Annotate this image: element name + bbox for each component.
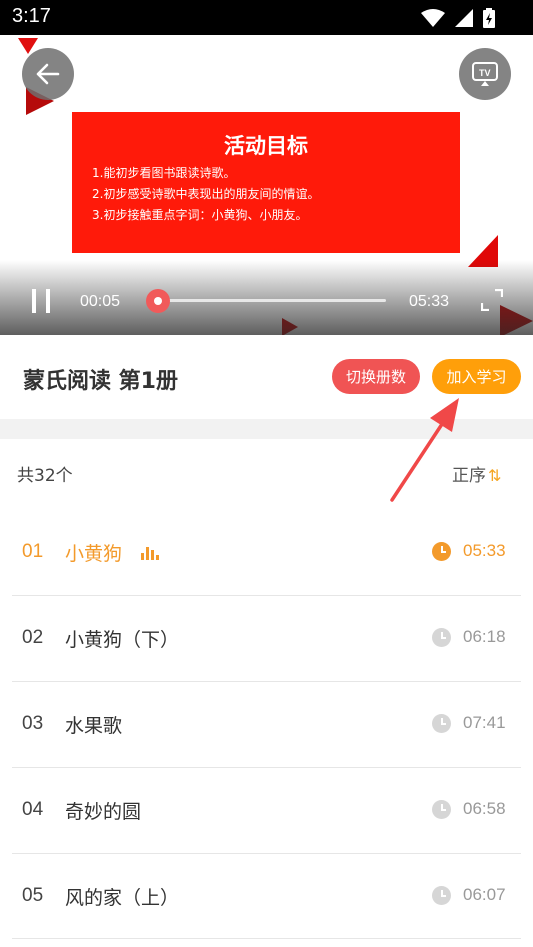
fullscreen-icon[interactable] xyxy=(481,289,503,311)
episode-title: 奇妙的圆 xyxy=(65,801,142,823)
join-study-button[interactable]: 加入学习 xyxy=(432,359,521,394)
episode-duration: 06:07 xyxy=(463,885,506,904)
slide-line: 3.初步接触重点字词：小黄狗、小朋友。 xyxy=(92,208,308,222)
list-item[interactable]: 03 水果歌 07:41 xyxy=(0,682,533,768)
episode-duration: 07:41 xyxy=(463,713,506,732)
clock-icon xyxy=(432,800,451,819)
total-time: 05:33 xyxy=(409,293,450,310)
clock-icon xyxy=(432,886,451,905)
slide-line: 2.初步感受诗歌中表现出的朋友间的情谊。 xyxy=(92,187,320,201)
back-arrow-icon xyxy=(36,63,60,85)
episode-title: 水果歌 xyxy=(65,715,123,737)
episode-duration: 05:33 xyxy=(463,541,506,560)
book-header: 蒙氏阅读 第1册 切换册数 加入学习 xyxy=(0,335,533,419)
svg-text:TV: TV xyxy=(479,68,491,78)
list-item[interactable]: 05 风的家（上） 06:07 xyxy=(0,854,533,940)
episode-count: 共32个 xyxy=(17,466,73,486)
video-player[interactable]: 活动目标 1.能初步看图书跟读诗歌。 2.初步感受诗歌中表现出的朋友间的情谊。 … xyxy=(0,35,533,335)
slide-title: 活动目标 xyxy=(224,134,308,158)
progress-thumb[interactable] xyxy=(146,289,170,313)
episode-number: 05 xyxy=(22,885,44,906)
episode-title: 小黄狗 xyxy=(65,543,123,565)
back-button[interactable] xyxy=(22,48,74,100)
slide-line: 1.能初步看图书跟读诗歌。 xyxy=(92,166,236,180)
section-divider xyxy=(0,419,533,439)
cast-button[interactable]: TV xyxy=(459,48,511,100)
episode-number: 02 xyxy=(22,627,44,648)
episode-number: 03 xyxy=(22,713,44,734)
list-item[interactable]: 02 小黄狗（下） 06:18 xyxy=(0,596,533,682)
list-item[interactable]: 04 奇妙的圆 06:58 xyxy=(0,768,533,854)
clock-icon xyxy=(432,542,451,561)
status-time: 3:17 xyxy=(12,5,51,27)
signal-icon xyxy=(455,9,473,27)
episode-number: 04 xyxy=(22,799,44,820)
playing-bars-icon xyxy=(141,545,159,560)
battery-icon xyxy=(483,8,495,28)
sort-toggle[interactable]: 正序 ⇅ xyxy=(452,461,501,486)
page-title: 蒙氏阅读 第1册 xyxy=(23,369,178,394)
clock-icon xyxy=(432,714,451,733)
episode-duration: 06:58 xyxy=(463,799,506,818)
episode-number: 01 xyxy=(22,541,44,562)
playback-controls: 00:05 05:33 xyxy=(0,285,533,335)
tv-cast-icon: TV xyxy=(472,62,498,86)
status-bar: 3:17 xyxy=(0,0,533,35)
episode-title: 风的家（上） xyxy=(65,887,180,909)
pause-icon[interactable] xyxy=(30,289,52,313)
sort-arrows-icon: ⇅ xyxy=(488,466,502,485)
video-slide: 活动目标 1.能初步看图书跟读诗歌。 2.初步感受诗歌中表现出的朋友间的情谊。 … xyxy=(72,112,460,253)
clock-icon xyxy=(432,628,451,647)
list-header: 共32个 正序 ⇅ xyxy=(0,440,533,504)
list-item[interactable]: 01 小黄狗 05:33 xyxy=(0,510,533,596)
episode-title: 小黄狗（下） xyxy=(65,629,180,651)
episode-list: 01 小黄狗 05:33 02 小黄狗（下） 06:18 03 水果歌 07:4… xyxy=(0,510,533,940)
progress-track[interactable] xyxy=(158,299,386,302)
switch-volume-button[interactable]: 切换册数 xyxy=(332,359,420,394)
current-time: 00:05 xyxy=(80,293,121,310)
sort-label: 正序 xyxy=(452,466,486,486)
episode-duration: 06:18 xyxy=(463,627,506,646)
wifi-icon xyxy=(421,9,445,27)
